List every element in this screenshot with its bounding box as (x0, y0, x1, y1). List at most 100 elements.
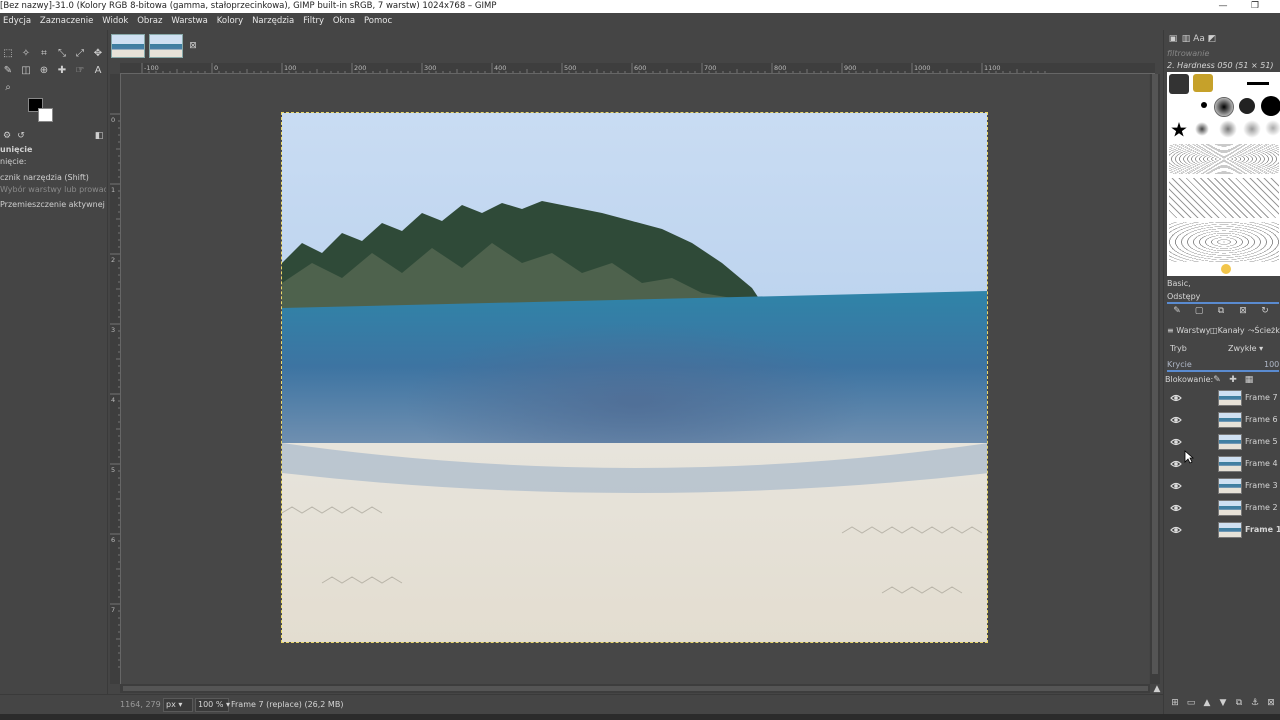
brush-swatch[interactable] (1169, 222, 1279, 262)
smudge-icon[interactable]: ☞ (72, 63, 88, 79)
patterns-tab-icon[interactable]: ▥ (1179, 32, 1193, 46)
lock-position-icon[interactable]: ✚ (1226, 373, 1240, 387)
zoom-select[interactable]: 100 % ▾ (195, 698, 230, 712)
move-tool-icon[interactable]: ✥ (90, 46, 106, 62)
brush-swatch[interactable] (1171, 122, 1187, 137)
gradients-tab-icon[interactable]: ◩ (1205, 32, 1219, 46)
close-tab-icon[interactable]: ⊠ (186, 39, 200, 53)
tab-paths[interactable]: ⤳Ścieżki (1248, 326, 1280, 336)
opacity-value[interactable]: 100 (1264, 360, 1279, 369)
brush-swatch[interactable] (1169, 178, 1279, 218)
eye-icon[interactable] (1170, 436, 1182, 448)
warp-transform-icon[interactable]: ⤢ (72, 46, 88, 62)
dock-config-icon[interactable]: ◧ (92, 129, 106, 143)
tool-options-tab-icon[interactable]: ⚙ (0, 129, 14, 143)
brush-swatch[interactable] (1247, 82, 1269, 85)
brush-swatch[interactable] (1221, 264, 1231, 274)
eye-icon[interactable] (1170, 392, 1182, 404)
lock-alpha-icon[interactable]: ▦ (1242, 373, 1256, 387)
menu-filtry[interactable]: Filtry (300, 13, 327, 30)
brushes-tab-icon[interactable]: ▣ (1166, 32, 1180, 46)
duplicate-layer-icon[interactable]: ⧉ (1232, 696, 1246, 710)
new-brush-icon[interactable]: ▢ (1192, 304, 1206, 318)
tab-channels[interactable]: ◫Kanały (1210, 326, 1245, 335)
zoom-tool-icon[interactable]: ⌕ (0, 80, 16, 96)
minimize-button[interactable]: — (1208, 0, 1238, 13)
paintbrush-icon[interactable]: ✎ (0, 63, 16, 79)
menu-okna[interactable]: Okna (330, 13, 358, 30)
menu-warstwa[interactable]: Warstwa (168, 13, 211, 30)
eraser-icon[interactable]: ◫ (18, 63, 34, 79)
clone-icon[interactable]: ⊕ (36, 63, 52, 79)
brush-swatch[interactable] (1219, 120, 1237, 138)
layer-row[interactable]: Frame 1 (1164, 519, 1280, 541)
image-tab-thumbnail[interactable] (149, 34, 183, 58)
eye-icon[interactable] (1170, 480, 1182, 492)
brush-filter-input[interactable]: filtrowanie (1167, 49, 1209, 58)
vertical-ruler[interactable]: 0 1 2 3 4 5 6 7 (110, 74, 121, 684)
delete-layer-icon[interactable]: ⊠ (1264, 696, 1278, 710)
brush-swatch[interactable] (1169, 74, 1189, 94)
menu-pomoc[interactable]: Pomoc (361, 13, 395, 30)
brush-swatch[interactable] (1214, 97, 1234, 117)
brush-swatch[interactable] (1243, 120, 1261, 138)
eye-icon[interactable] (1170, 502, 1182, 514)
heal-icon[interactable]: ✚ (54, 63, 70, 79)
layer-row[interactable]: Frame 6 (r (1164, 409, 1280, 431)
menu-edycja[interactable]: Edycja (0, 13, 34, 30)
mode-select[interactable]: Zwykłe ▾ (1228, 344, 1263, 353)
layer-row[interactable]: Frame 4 (r (1164, 453, 1280, 475)
eye-icon[interactable] (1170, 414, 1182, 426)
lower-layer-icon[interactable]: ▼ (1216, 696, 1230, 710)
scroll-thumb[interactable] (123, 686, 1148, 691)
lock-pixels-icon[interactable]: ✎ (1210, 373, 1224, 387)
tab-layers[interactable]: ≡ Warstwy (1167, 326, 1210, 335)
raise-layer-icon[interactable]: ▲ (1200, 696, 1214, 710)
horizontal-ruler[interactable]: -100 0 100 200 300 400 500 600 700 800 900 1000 1100 (120, 63, 1155, 74)
menu-widok[interactable]: Widok (99, 13, 131, 30)
brush-swatch[interactable] (1261, 96, 1280, 116)
image-canvas[interactable] (281, 112, 988, 643)
layer-row[interactable]: Frame 2 (r (1164, 497, 1280, 519)
opacity-slider[interactable] (1167, 370, 1279, 372)
image-tab-thumbnail[interactable] (111, 34, 145, 58)
brush-grid[interactable] (1167, 72, 1280, 276)
menu-obraz[interactable]: Obraz (134, 13, 165, 30)
tool-toggle-label[interactable]: cznik narzędzia (Shift) (0, 173, 106, 182)
free-select-icon[interactable]: ⬚ (0, 46, 16, 62)
tool-hint2-label[interactable]: Przemieszczenie aktywnej war (0, 200, 106, 209)
new-layer-icon[interactable]: ⊞ (1168, 696, 1182, 710)
menu-narzedzia[interactable]: Narzędzia (249, 13, 297, 30)
horizontal-scrollbar[interactable] (120, 684, 1150, 693)
edit-brush-icon[interactable]: ✎ (1170, 304, 1184, 318)
layer-row[interactable]: Frame 7 (r (1164, 387, 1280, 409)
layer-row[interactable]: Frame 3 (r (1164, 475, 1280, 497)
maximize-button[interactable]: ❐ (1240, 0, 1270, 13)
brush-tag-input[interactable]: Basic, (1167, 279, 1191, 288)
menu-zaznaczenie[interactable]: Zaznaczenie (37, 13, 96, 30)
background-color-swatch[interactable] (38, 108, 53, 122)
brush-swatch[interactable] (1193, 74, 1213, 92)
eye-icon[interactable] (1170, 458, 1182, 470)
unified-transform-icon[interactable]: ⤡ (54, 46, 70, 62)
brush-swatch[interactable] (1201, 102, 1207, 108)
brush-swatch[interactable] (1195, 122, 1209, 136)
unit-select[interactable]: px ▾ (163, 698, 193, 712)
undo-history-tab-icon[interactable]: ↺ (14, 129, 28, 143)
vertical-scrollbar[interactable] (1150, 74, 1160, 684)
eye-icon[interactable] (1170, 524, 1182, 536)
anchor-layer-icon[interactable]: ⚓ (1248, 696, 1262, 710)
crop-icon[interactable]: ⌗ (36, 46, 52, 62)
new-layer-group-icon[interactable]: ▭ (1184, 696, 1198, 710)
duplicate-brush-icon[interactable]: ⧉ (1214, 304, 1228, 318)
menu-kolory[interactable]: Kolory (214, 13, 246, 30)
layer-row[interactable]: Frame 5 (r (1164, 431, 1280, 453)
delete-brush-icon[interactable]: ⊠ (1236, 304, 1250, 318)
scroll-thumb[interactable] (1152, 74, 1158, 674)
refresh-brushes-icon[interactable]: ↻ (1258, 304, 1272, 318)
brush-swatch[interactable] (1239, 98, 1255, 114)
fuzzy-select-icon[interactable]: ✧ (18, 46, 34, 62)
text-tool-icon[interactable]: A (90, 63, 106, 79)
brush-swatch[interactable] (1265, 120, 1280, 136)
brush-swatch[interactable] (1169, 144, 1279, 174)
